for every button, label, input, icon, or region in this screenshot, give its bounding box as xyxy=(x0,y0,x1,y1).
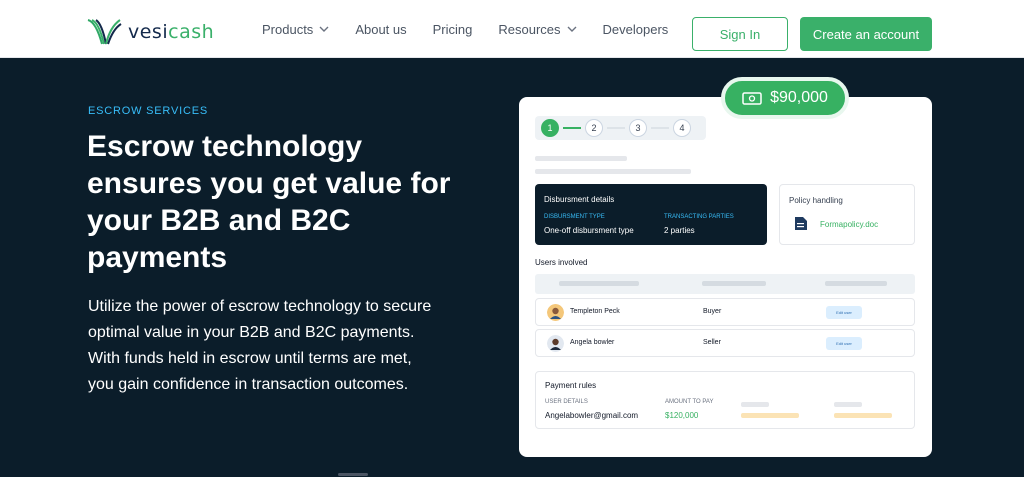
money-icon xyxy=(742,92,762,105)
user-role: Buyer xyxy=(703,308,722,315)
nav-developers-label: Developers xyxy=(602,21,669,37)
user-role: Seller xyxy=(703,339,721,346)
hero-headline: Escrow technology ensures you get value … xyxy=(87,130,451,274)
step-1: 1 xyxy=(541,119,559,137)
nav-resources[interactable]: Resources xyxy=(498,21,577,37)
step-2: 2 xyxy=(585,119,603,137)
nav-links: Products About us Pricing Resources Deve… xyxy=(262,0,694,58)
vesicash-logo-icon xyxy=(87,19,122,45)
chevron-down-icon xyxy=(319,26,329,32)
nav-pricing-label: Pricing xyxy=(432,21,473,37)
avatar xyxy=(547,304,564,321)
user-row: Angela bowler Seller Edit user xyxy=(535,329,915,357)
step-connector xyxy=(563,127,581,129)
placeholder-line xyxy=(741,413,799,418)
user-name: Angela bowler xyxy=(570,339,615,346)
placeholder-line xyxy=(535,169,691,174)
placeholder-line xyxy=(825,281,887,286)
edit-user-button[interactable]: Edit user xyxy=(826,306,862,319)
step-4: 4 xyxy=(673,119,691,137)
scroll-indicator xyxy=(338,473,368,476)
avatar xyxy=(547,335,564,352)
disbursement-details-panel: Disbursment details DISBURSMENT TYPE One… xyxy=(535,184,767,245)
brand-name: vesicash xyxy=(128,21,215,43)
document-icon xyxy=(795,217,807,230)
sign-in-button[interactable]: Sign In xyxy=(692,17,788,51)
amount-value: $90,000 xyxy=(770,89,828,106)
disbursement-title: Disbursment details xyxy=(544,195,615,204)
users-involved-title: Users involved xyxy=(535,258,588,267)
hero-eyebrow: ESCROW SERVICES xyxy=(88,105,208,117)
nav-pricing[interactable]: Pricing xyxy=(433,22,473,37)
brand-logo[interactable]: vesicash xyxy=(86,17,214,47)
policy-handling-panel: Policy handling Formapolicy.doc xyxy=(779,184,915,245)
policy-title: Policy handling xyxy=(789,196,843,205)
nav-resources-label: Resources xyxy=(498,21,561,37)
chevron-down-icon xyxy=(567,26,577,32)
hero-subtext: Utilize the power of escrow technology t… xyxy=(88,298,432,393)
progress-stepper: 1 2 3 4 xyxy=(535,116,706,140)
amount-to-pay-value: $120,000 xyxy=(665,411,699,420)
edit-user-button[interactable]: Edit user xyxy=(826,337,862,350)
nav-products-label: Products xyxy=(262,21,314,37)
step-connector xyxy=(607,127,625,129)
policy-file-link[interactable]: Formapolicy.doc xyxy=(820,220,878,229)
amount-to-pay-label: AMOUNT TO PAY xyxy=(665,399,714,405)
nav-about[interactable]: About us xyxy=(355,22,406,37)
disbursement-type-value: One-off disbursment type xyxy=(544,226,634,235)
payment-rules-panel: Payment rules USER DETAILS Angelabowler@… xyxy=(535,371,915,429)
placeholder-line xyxy=(741,402,769,407)
user-row: Templeton Peck Buyer Edit user xyxy=(535,298,915,326)
top-navbar: vesicash Products About us Pricing Resou… xyxy=(0,0,1024,58)
nav-about-label: About us xyxy=(355,21,407,37)
disbursement-type-label: DISBURSMENT TYPE xyxy=(544,214,605,220)
user-name: Templeton Peck xyxy=(570,308,620,315)
payment-rules-title: Payment rules xyxy=(545,381,597,390)
placeholder-line xyxy=(535,156,627,161)
create-account-button[interactable]: Create an account xyxy=(800,17,932,51)
transacting-parties-label: TRANSACTING PARTIES xyxy=(664,214,734,220)
transacting-parties-value: 2 parties xyxy=(664,226,695,235)
user-details-label: USER DETAILS xyxy=(545,399,588,405)
placeholder-line xyxy=(702,281,766,286)
nav-products[interactable]: Products xyxy=(262,22,329,37)
nav-developers[interactable]: Developers xyxy=(603,22,669,37)
placeholder-line xyxy=(834,413,892,418)
step-3: 3 xyxy=(629,119,647,137)
placeholder-line xyxy=(834,402,862,407)
user-details-value: Angelabowler@gmail.com xyxy=(545,411,639,420)
placeholder-line xyxy=(559,281,639,286)
step-connector xyxy=(651,127,669,129)
users-table-header xyxy=(535,274,915,294)
amount-badge: $90,000 xyxy=(721,77,849,119)
